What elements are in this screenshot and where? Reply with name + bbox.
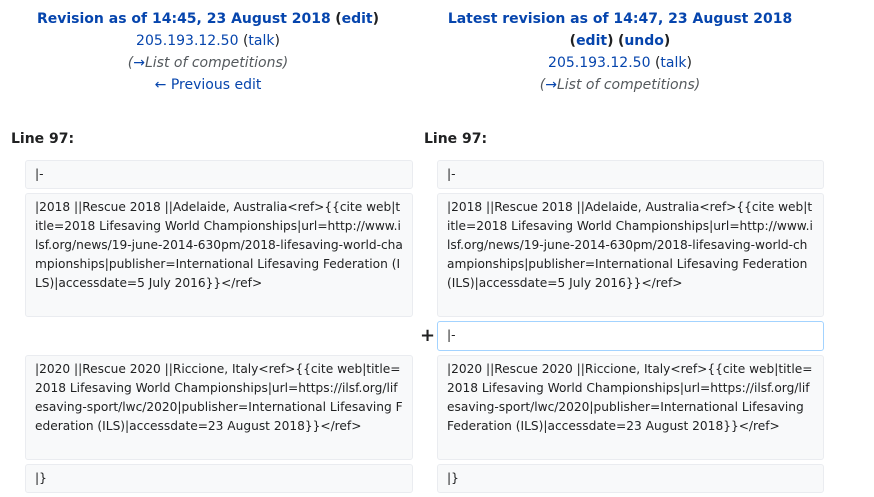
right-edit-link[interactable]: edit: [576, 33, 607, 49]
left-edit-summary: (→List of competitions): [127, 55, 289, 71]
left-summary-text: List of competitions: [144, 55, 283, 71]
right-context-row-4: |}: [437, 464, 824, 493]
undo-link[interactable]: undo: [624, 33, 664, 49]
left-user-link[interactable]: 205.193.12.50: [136, 33, 238, 49]
paren: ): [663, 33, 671, 49]
previous-edit-link[interactable]: ← Previous edit: [155, 77, 262, 93]
right-summary-section-arrow-link[interactable]: →: [545, 77, 557, 93]
paren: ): [274, 33, 280, 49]
left-line-number: Line 97:: [11, 131, 75, 147]
paren: ): [372, 11, 380, 27]
paren: ): [607, 33, 614, 49]
right-revision-title-link[interactable]: Latest revision as of 14:47, 23 August 2…: [448, 11, 792, 27]
left-context-row-2: |2018 ||Rescue 2018 ||Adelaide, Australi…: [25, 193, 413, 317]
left-context-row-4: |}: [25, 464, 413, 493]
right-summary-text: List of competitions: [556, 77, 695, 93]
left-context-row-3: |2020 ||Rescue 2020 ||Riccione, Italy<re…: [25, 355, 413, 460]
right-edit-summary: (→List of competitions): [539, 77, 701, 93]
left-context-row-1: |-: [25, 160, 413, 189]
left-edit-link[interactable]: edit: [342, 11, 373, 27]
left-talk-link[interactable]: talk: [248, 33, 274, 49]
right-user-link[interactable]: 205.193.12.50: [548, 55, 650, 71]
right-line-number: Line 97:: [424, 131, 488, 147]
paren: ): [686, 55, 692, 71]
right-revision-header: Latest revision as of 14:47, 23 August 2…: [420, 8, 820, 96]
right-context-row-3: |2020 ||Rescue 2020 ||Riccione, Italy<re…: [437, 355, 824, 460]
left-revision-header: Revision as of 14:45, 23 August 2018 (ed…: [8, 8, 408, 96]
left-revision-title-link[interactable]: Revision as of 14:45, 23 August 2018: [37, 11, 331, 27]
right-context-row-2: |2018 ||Rescue 2018 ||Adelaide, Australi…: [437, 193, 824, 317]
right-talk-link[interactable]: talk: [660, 55, 686, 71]
added-line-marker: +: [420, 325, 436, 346]
left-summary-section-arrow-link[interactable]: →: [133, 55, 145, 71]
added-line-row: |-: [437, 321, 824, 351]
right-context-row-1: |-: [437, 160, 824, 189]
